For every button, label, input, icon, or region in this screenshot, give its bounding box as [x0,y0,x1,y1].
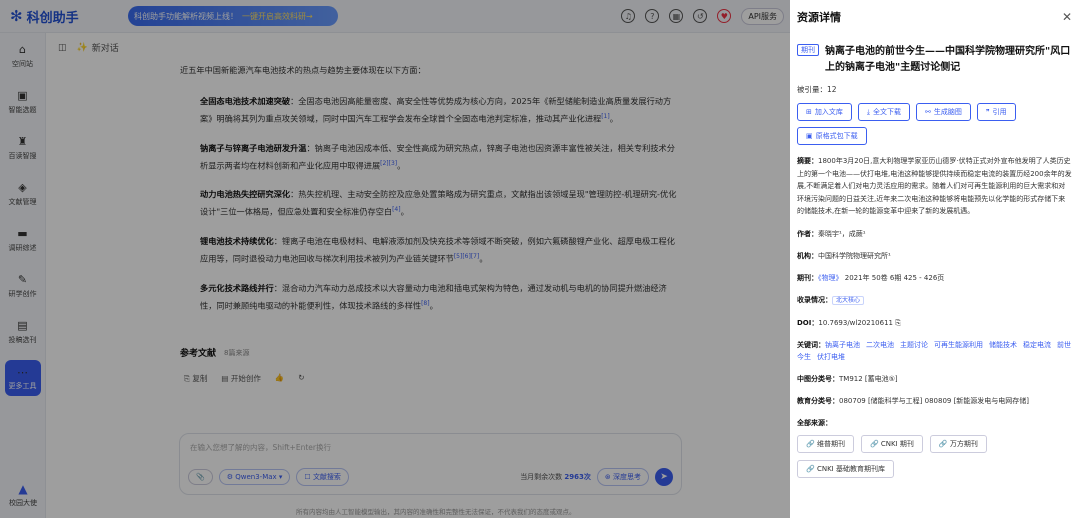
cited-label: 被引量： [797,85,827,94]
original-package-label: 原格式包下载 [815,132,858,140]
source-button[interactable]: 🔗 CNKI 期刊 [860,434,923,453]
doi-value: 10.7693/wl20210611 [818,318,893,327]
action-buttons: ⊞ 加入文库 ⤓ 全文下载 ⚯ 生成脑图 ❞ 引用 ▣ 原格式包下载 [797,103,1067,145]
mindmap-label: 生成脑图 [933,108,962,116]
journal-label: 期刊： [797,273,818,282]
original-package-button[interactable]: ▣ 原格式包下载 [797,127,867,145]
add-library-button[interactable]: ⊞ 加入文库 [797,103,852,121]
abstract-text: 1800年3月20日,意大利物理学家亚历山德罗·伏特正式对外宣布他发明了人类历史… [797,157,1072,215]
keywords-row: 关键词：钠离子电池 二次电池 主题讨论 可再生能源利用 储能技术 稳定电流 前世今生 伏打电堆 [797,339,1072,363]
sources-label: 全部来源： [797,418,832,427]
source-label: CNKI 期刊 [880,439,914,448]
doi-row: DOI：10.7693/wl20210611 ⎘ [797,317,1072,329]
package-icon: ▣ [806,132,813,140]
add-icon: ⊞ [806,108,812,116]
type-tag: 期刊 [797,44,819,56]
keyword-link[interactable]: 可再生能源利用 [934,341,983,349]
close-icon[interactable]: ✕ [1062,10,1072,24]
index-badge: 北大核心 [832,295,865,305]
paper-title: 钠离子电池的前世今生——中国科学院物理研究所"风口上的钠离子电池"主题讨论侧记 [825,46,1071,73]
link-icon: 🔗 [806,439,815,448]
abstract: 摘要：1800年3月20日,意大利物理学家亚历山德罗·伏特正式对外宣布他发明了人… [797,155,1072,218]
clc-value: TM912 [蓄电池⑤] [839,374,898,383]
org-value[interactable]: 中国科学院物理研究所¹ [818,252,891,260]
doi-label: DOI： [797,318,819,327]
index-row: 收录情况： 北大核心 [797,294,1072,307]
quote-icon: ❞ [985,108,990,116]
add-library-label: 加入文库 [814,108,843,116]
keyword-link[interactable]: 钠离子电池 [825,341,860,349]
source-label: 万方期刊 [949,439,978,448]
source-buttons: 🔗 维普期刊 🔗 CNKI 期刊 🔗 万方期刊 🔗 CNKI 基础教育期刊库 [797,434,1072,478]
clc-row: 中图分类号：TM912 [蓄电池⑤] [797,373,1072,385]
source-button[interactable]: 🔗 CNKI 基础教育期刊库 [797,459,894,478]
paper-title-row: 期刊 钠离子电池的前世今生——中国科学院物理研究所"风口上的钠离子电池"主题讨论侧… [797,44,1072,76]
authors-value[interactable]: 秦晓宇¹，成蕨¹ [818,230,866,238]
authors-row: 作者：秦晓宇¹，成蕨¹ [797,228,1072,240]
source-label: 维普期刊 [816,439,845,448]
sources-row: 全部来源： [797,417,1072,429]
journal-row: 期刊：《物理》 2021年 50卷 6期 425 - 426页 [797,272,1072,284]
panel-header: 资源详情 ✕ [797,0,1072,34]
clc-label: 中图分类号： [797,374,839,383]
edu-row: 教育分类号：080709 [储能科学与工程] 080809 [新能源发电与电网存… [797,395,1072,407]
keyword-link[interactable]: 二次电池 [866,341,894,349]
source-button[interactable]: 🔗 维普期刊 [797,434,854,453]
link-icon: 🔗 [806,464,815,473]
resource-detail-panel: 资源详情 ✕ 期刊 钠离子电池的前世今生——中国科学院物理研究所"风口上的钠离子电池… [790,0,1080,518]
mindmap-icon: ⚯ [924,108,931,116]
cite-button[interactable]: ❞ 引用 [976,103,1016,121]
org-label: 机构： [797,251,818,260]
org-row: 机构：中国科学院物理研究所¹ [797,250,1072,262]
abstract-label: 摘要： [797,157,818,165]
cited-value: 12 [827,85,837,94]
download-icon: ⤓ [866,107,870,116]
app-root: ✻ 科创助手 科创助手功能解析视频上线！ 一键开启高效科研→ ♫ ? ▦ ↺ ♥ A… [0,0,1080,518]
keyword-link[interactable]: 储能技术 [989,341,1017,349]
cite-label: 引用 [992,108,1007,116]
keyword-link[interactable]: 伏打电堆 [817,353,845,361]
authors-label: 作者： [797,229,818,238]
edu-value: 080709 [储能科学与工程] 080809 [新能源发电与电网存储] [839,396,1030,405]
keywords-label: 关键词： [797,340,825,349]
edu-label: 教育分类号： [797,396,839,405]
link-icon: 🔗 [869,439,879,448]
copy-icon[interactable]: ⎘ [895,319,901,327]
link-icon: 🔗 [938,439,948,448]
source-button[interactable]: 🔗 万方期刊 [929,434,987,453]
journal-link[interactable]: 《物理》 [818,274,843,282]
keyword-link[interactable]: 主题讨论 [900,341,928,349]
download-button[interactable]: ⤓ 全文下载 [857,103,910,121]
index-label: 收录情况： [797,295,832,304]
panel-title: 资源详情 [797,11,841,24]
source-label: CNKI 基础教育期刊库 [816,464,885,473]
keyword-link[interactable]: 稳定电流 [1023,341,1051,349]
modal-overlay[interactable] [0,0,790,518]
cited-count: 被引量：12 [797,84,1072,95]
period-value: 2021年 50卷 6期 425 - 426页 [844,273,945,282]
download-label: 全文下载 [872,108,901,116]
mindmap-button[interactable]: ⚯ 生成脑图 [915,103,971,121]
